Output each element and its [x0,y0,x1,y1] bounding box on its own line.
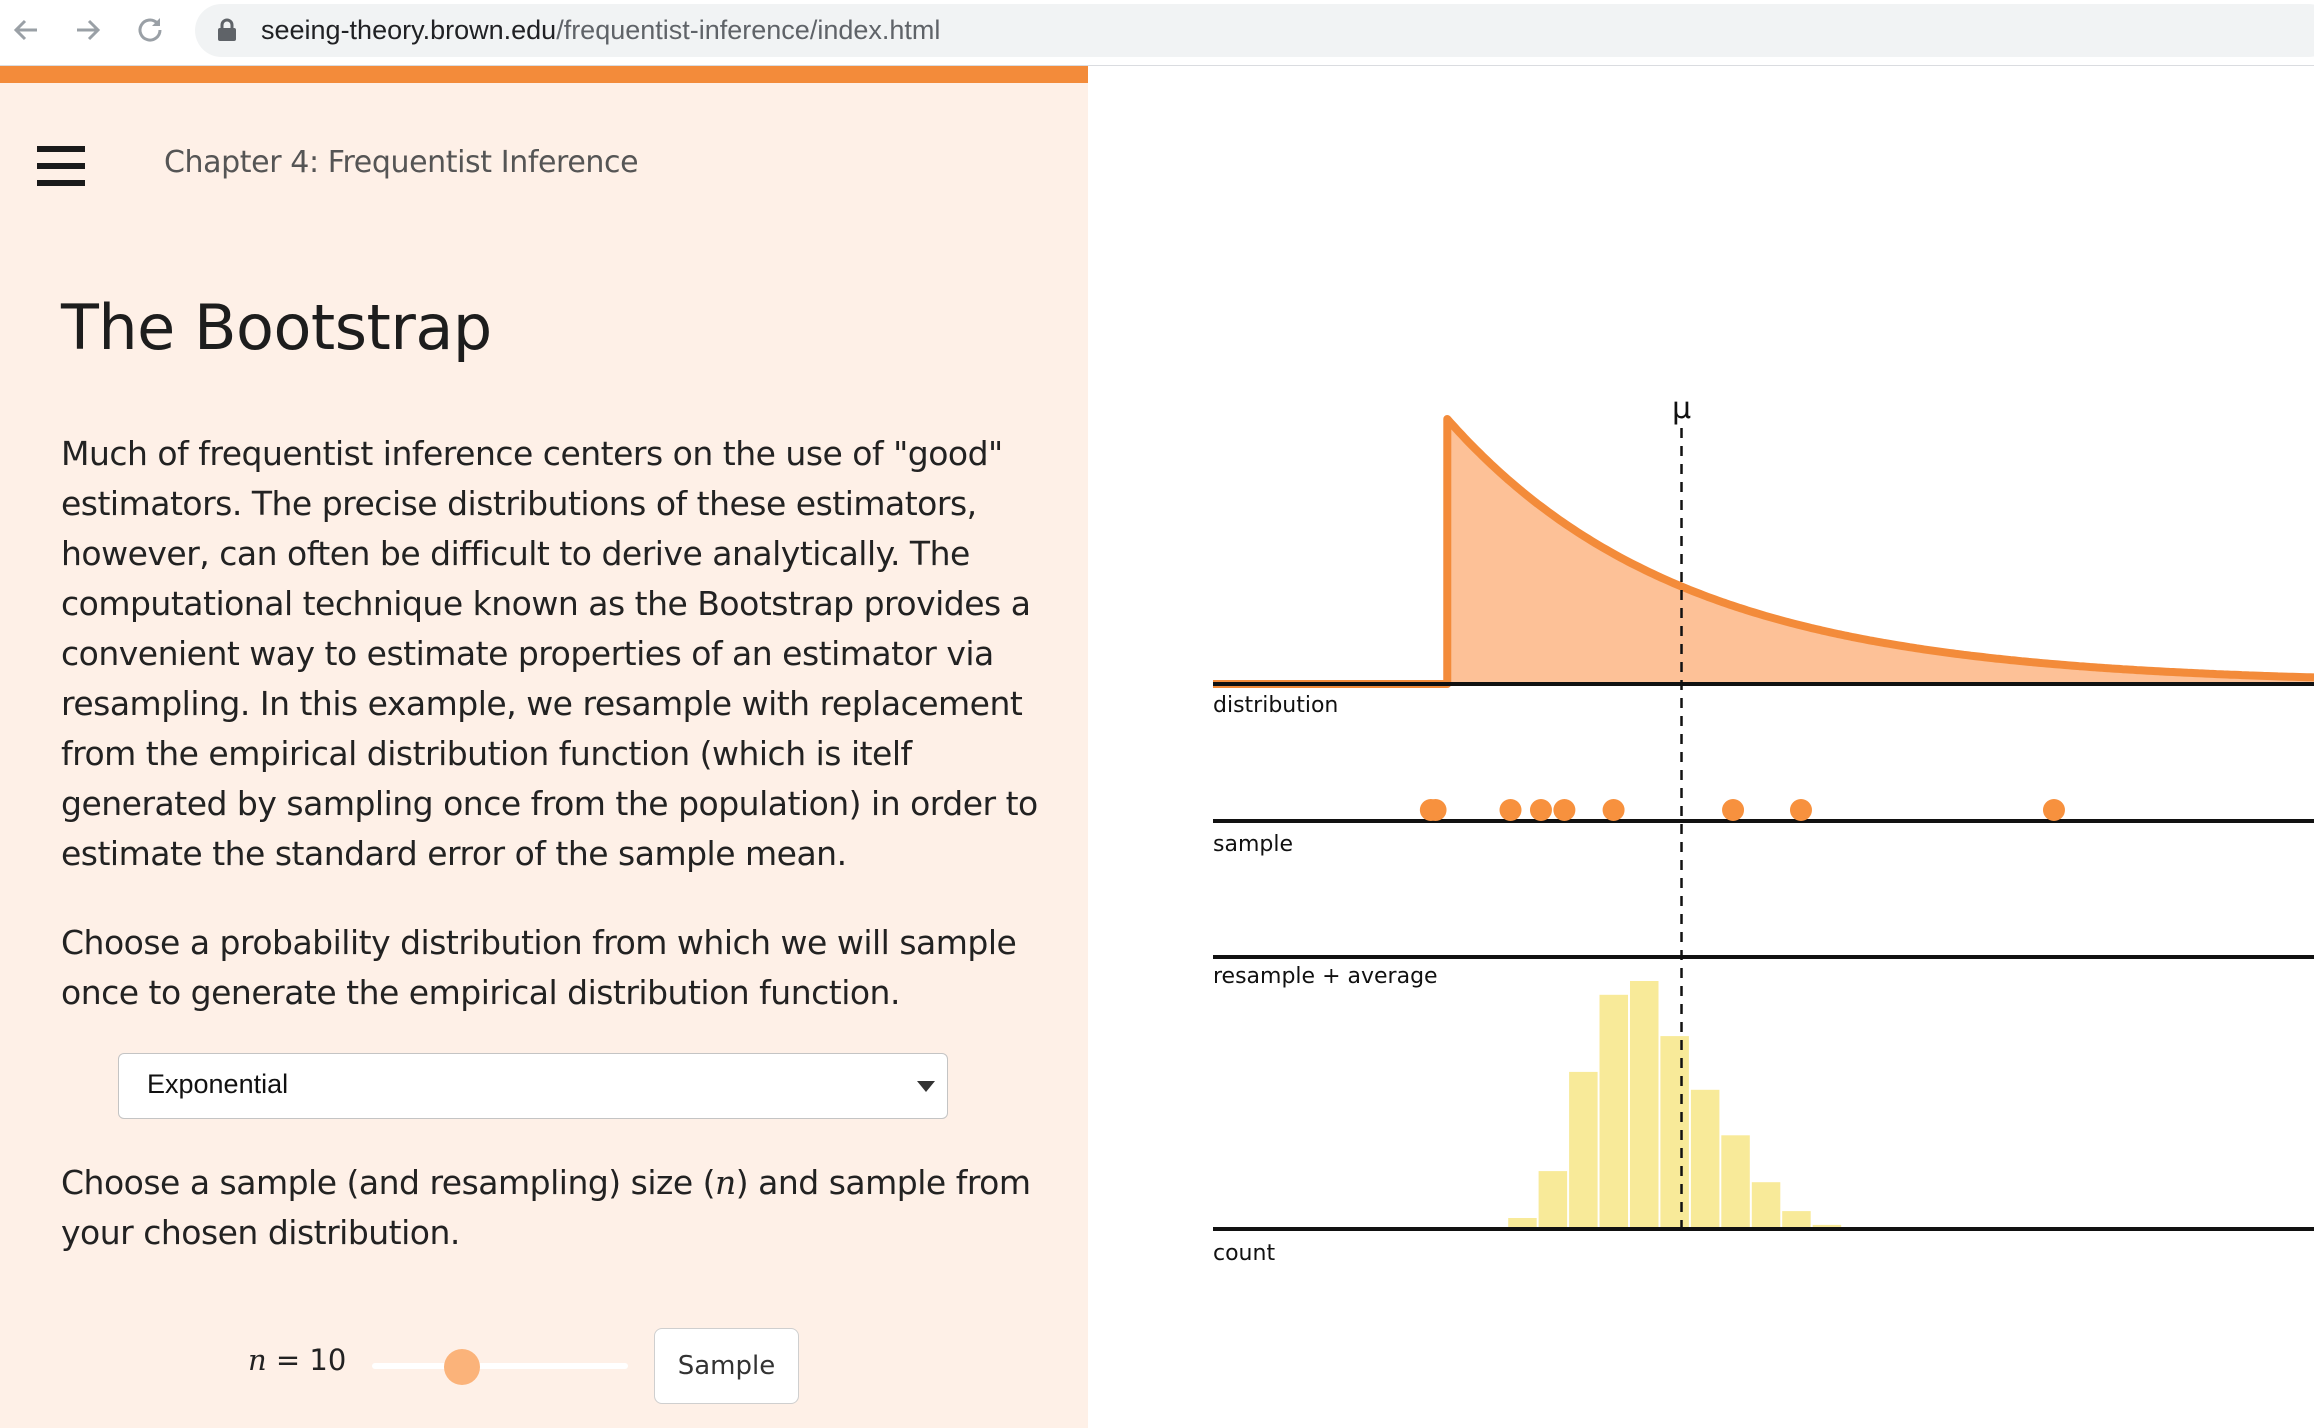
url-host: seeing-theory.brown.edu [261,15,557,45]
sample-point [1789,799,1812,821]
sample-points [1419,799,2065,821]
bootstrap-chart: μ distribution sample resample + average… [1213,391,2314,1266]
histogram [1477,981,1872,1229]
sample-point [1553,799,1576,821]
page-progress-bar [0,66,1088,83]
sample-point [1499,799,1522,821]
n-size-var: n [248,1343,267,1377]
resample-average-label: resample + average [1213,964,1438,989]
distribution-select[interactable]: Exponential [118,1053,948,1119]
histogram-bar [1721,1135,1750,1229]
count-label: count [1213,1241,1275,1266]
forward-arrow-icon[interactable] [66,8,110,52]
histogram-bar [1690,1089,1720,1229]
sample-instructions-text-a: Choose a sample (and resampling) size ( [61,1163,716,1202]
intro-paragraph: Much of frequentist inference centers on… [61,434,1038,873]
histogram-bar [1538,1171,1568,1229]
distribution-select-value: Exponential [147,1069,289,1099]
histogram-bar [1782,1211,1811,1229]
n-size-slider[interactable] [372,1349,628,1385]
sample-point [2042,799,2065,821]
n-slider-thumb[interactable] [443,1349,480,1385]
n-variable: n [715,1163,736,1202]
sample-point [1722,799,1745,821]
distribution-instructions: Choose a probability distribution from w… [61,923,1017,1012]
distribution-label: distribution [1213,693,1338,718]
dropdown-arrow-icon [917,1081,935,1092]
sample-point [1424,799,1447,821]
histogram-bar [1569,1071,1598,1229]
page-title: The Bootstrap [61,291,492,364]
address-bar[interactable]: seeing-theory.brown.edu/frequentist-infe… [195,4,2314,57]
sample-point [1602,799,1625,821]
content-panel: Chapter 4: Frequentist Inference The Boo… [0,83,1088,1428]
reload-icon[interactable] [128,8,172,52]
mu-label: μ [1672,391,1691,426]
sample-button[interactable]: Sample [654,1328,799,1404]
lock-icon [217,18,237,46]
histogram-bar [1599,994,1628,1229]
n-slider-track[interactable] [372,1363,628,1369]
histogram-bar [1751,1182,1781,1229]
sample-instructions: Choose a sample (and resampling) size (n… [61,1158,1041,1258]
sample-point [1529,799,1552,821]
n-size-label: n = 10 [248,1343,346,1377]
n-size-value: = 10 [266,1343,347,1377]
chapter-title[interactable]: Chapter 4: Frequentist Inference [164,145,639,180]
browser-toolbar: seeing-theory.brown.edu/frequentist-infe… [0,0,2314,66]
histogram-bar [1660,1036,1689,1229]
sample-label: sample [1213,832,1293,857]
url-text: seeing-theory.brown.edu/frequentist-infe… [261,15,940,45]
back-arrow-icon[interactable] [4,8,48,52]
url-path: /frequentist-inference/index.html [556,15,941,45]
hamburger-menu-icon[interactable] [37,146,85,186]
histogram-bar [1630,981,1659,1229]
